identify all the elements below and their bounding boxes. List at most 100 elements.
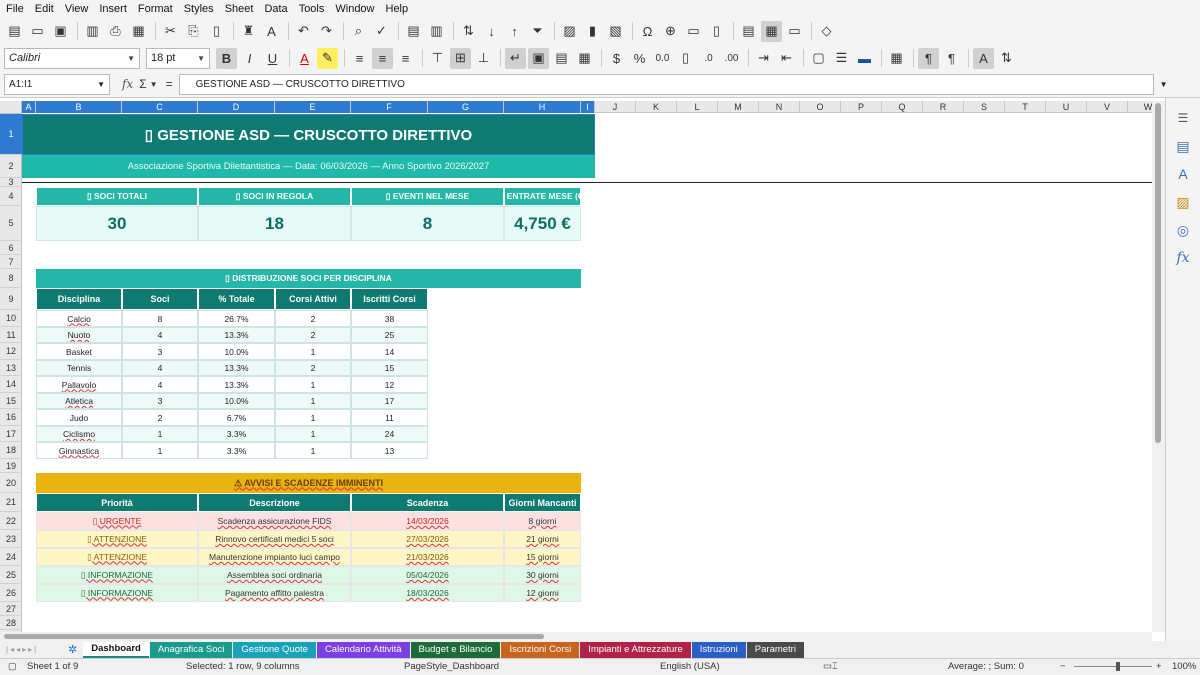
- alerts-section-title[interactable]: ⚠ AVVISI E SCADENZE IMMINENTI: [36, 473, 581, 493]
- functions-icon[interactable]: fx: [1173, 248, 1193, 268]
- column-header-f[interactable]: F: [351, 101, 428, 113]
- highlight-color-icon[interactable]: ✎: [317, 47, 338, 69]
- unmerge-cells-icon[interactable]: ▦: [574, 48, 595, 69]
- discipline-value[interactable]: 25: [351, 327, 428, 343]
- special-character-icon[interactable]: Ω: [637, 21, 658, 42]
- alert-cell[interactable]: Assemblea soci ordinaria: [198, 566, 351, 584]
- menu-sheet[interactable]: Sheet: [225, 3, 254, 15]
- kpi-label[interactable]: ▯ SOCI TOTALI: [36, 187, 198, 206]
- discipline-value[interactable]: 1: [275, 393, 351, 409]
- discipline-value[interactable]: 14: [351, 343, 428, 360]
- discipline-value[interactable]: 38: [351, 310, 428, 327]
- discipline-section-title[interactable]: ▯ DISTRIBUZIONE SOCI PER DISCIPLINA: [36, 269, 581, 288]
- menu-tools[interactable]: Tools: [299, 3, 325, 15]
- remove-decimal-icon[interactable]: .00: [721, 48, 742, 69]
- discipline-value[interactable]: 4: [122, 360, 198, 376]
- hyperlink-icon[interactable]: ⊕: [660, 21, 681, 42]
- discipline-value[interactable]: 24: [351, 426, 428, 442]
- formula-icon[interactable]: =: [166, 77, 173, 91]
- italic-icon[interactable]: I: [239, 48, 260, 69]
- insert-image-icon[interactable]: ▨: [559, 21, 580, 42]
- discipline-name[interactable]: Calcio: [36, 310, 122, 327]
- discipline-value[interactable]: 4: [122, 376, 198, 393]
- menu-format[interactable]: Format: [138, 3, 173, 15]
- discipline-value[interactable]: 2: [275, 310, 351, 327]
- redo-icon[interactable]: ↷: [316, 21, 337, 42]
- discipline-value[interactable]: 1: [275, 442, 351, 459]
- export-pdf-icon[interactable]: ▥: [82, 21, 103, 42]
- align-middle-icon[interactable]: ⊞: [450, 47, 471, 69]
- align-bottom-icon[interactable]: ⊥: [473, 48, 494, 69]
- kpi-label[interactable]: ▯ ENTRATE MESE (€): [504, 187, 581, 206]
- alert-cell[interactable]: 05/04/2026: [351, 566, 504, 584]
- discipline-value[interactable]: 13.3%: [198, 327, 275, 343]
- menu-styles[interactable]: Styles: [184, 3, 214, 15]
- row-header-17[interactable]: 17: [0, 426, 22, 442]
- discipline-name[interactable]: Judo: [36, 409, 122, 426]
- row-header-7[interactable]: 7: [0, 255, 22, 269]
- kpi-value[interactable]: 30: [36, 206, 198, 241]
- name-box[interactable]: A1:I1 ▼: [4, 73, 110, 95]
- dashboard-title[interactable]: ▯ GESTIONE ASD — CRUSCOTTO DIRETTIVO: [22, 114, 595, 155]
- clear-formatting-icon[interactable]: A: [261, 21, 282, 42]
- conditional-format-icon[interactable]: ▦: [886, 48, 907, 69]
- alert-cell[interactable]: 30 giorni: [504, 566, 581, 584]
- formula-input[interactable]: GESTIONE ASD — CRUSCOTTO DIRETTIVO: [178, 73, 1154, 95]
- discipline-value[interactable]: 8: [122, 310, 198, 327]
- borders-icon[interactable]: ▢: [808, 48, 829, 69]
- align-top-icon[interactable]: ⊤: [427, 48, 448, 69]
- font-color-icon[interactable]: A: [294, 48, 315, 69]
- column-header-b[interactable]: B: [36, 101, 122, 113]
- open-folder-icon[interactable]: ▭: [27, 21, 48, 42]
- border-style-icon[interactable]: ☰: [831, 48, 852, 69]
- column-header-p[interactable]: P: [841, 101, 882, 113]
- styles-icon[interactable]: A: [1173, 164, 1193, 184]
- column-header-g[interactable]: G: [428, 101, 504, 113]
- border-color-icon[interactable]: ▬: [854, 48, 875, 69]
- alert-cell[interactable]: Manutenzione impianto luci campo: [198, 548, 351, 566]
- column-header-r[interactable]: R: [923, 101, 964, 113]
- menu-insert[interactable]: Insert: [99, 3, 127, 15]
- discipline-value[interactable]: 2: [275, 360, 351, 376]
- alerts-header[interactable]: Scadenza: [351, 493, 504, 512]
- discipline-value[interactable]: 6.7%: [198, 409, 275, 426]
- sheet-tab[interactable]: Parametri: [746, 641, 804, 658]
- autofilter-icon[interactable]: ⏷: [527, 21, 548, 42]
- column-header-n[interactable]: N: [759, 101, 800, 113]
- column-header-d[interactable]: D: [198, 101, 275, 113]
- discipline-value[interactable]: 13.3%: [198, 360, 275, 376]
- row-header-21[interactable]: 21: [0, 493, 22, 512]
- select-all-corner[interactable]: [0, 101, 22, 114]
- vertical-scrollbar[interactable]: [1152, 101, 1165, 632]
- new-document-icon[interactable]: ▤: [4, 21, 25, 42]
- zoom-slider[interactable]: [1074, 666, 1152, 667]
- right-to-left-icon[interactable]: ¶: [941, 48, 962, 69]
- discipline-value[interactable]: 3: [122, 393, 198, 409]
- row-header-20[interactable]: 20: [0, 473, 22, 493]
- horizontal-scrollbar[interactable]: [0, 632, 1152, 641]
- discipline-value[interactable]: 10.0%: [198, 343, 275, 360]
- print-preview-icon[interactable]: ▦: [128, 21, 149, 42]
- expand-formula-icon[interactable]: ▼: [1160, 80, 1168, 89]
- row-header-19[interactable]: 19: [0, 459, 22, 473]
- discipline-value[interactable]: 2: [275, 327, 351, 343]
- discipline-header[interactable]: Soci: [122, 288, 198, 310]
- sheet-tab[interactable]: Gestione Quote: [233, 641, 316, 658]
- column-header-u[interactable]: U: [1046, 101, 1087, 113]
- sheet-tab[interactable]: Anagrafica Soci: [149, 641, 233, 658]
- comment-icon[interactable]: ▭: [683, 21, 704, 42]
- discipline-value[interactable]: 3: [122, 343, 198, 360]
- discipline-value[interactable]: 12: [351, 376, 428, 393]
- align-center-icon[interactable]: ≡: [372, 47, 393, 69]
- cut-icon[interactable]: ✂: [160, 21, 181, 42]
- row-header-12[interactable]: 12: [0, 343, 22, 360]
- alert-cell[interactable]: 21 giorni: [504, 530, 581, 548]
- column-header-o[interactable]: O: [800, 101, 841, 113]
- chevron-down-icon[interactable]: ▼: [150, 80, 158, 89]
- merge-center-icon[interactable]: ▣: [528, 47, 549, 69]
- row-header-14[interactable]: 14: [0, 376, 22, 393]
- row-header-11[interactable]: 11: [0, 327, 22, 343]
- alert-cell[interactable]: ▯ ATTENZIONE: [36, 548, 198, 566]
- row-header-16[interactable]: 16: [0, 409, 22, 426]
- discipline-value[interactable]: 13: [351, 442, 428, 459]
